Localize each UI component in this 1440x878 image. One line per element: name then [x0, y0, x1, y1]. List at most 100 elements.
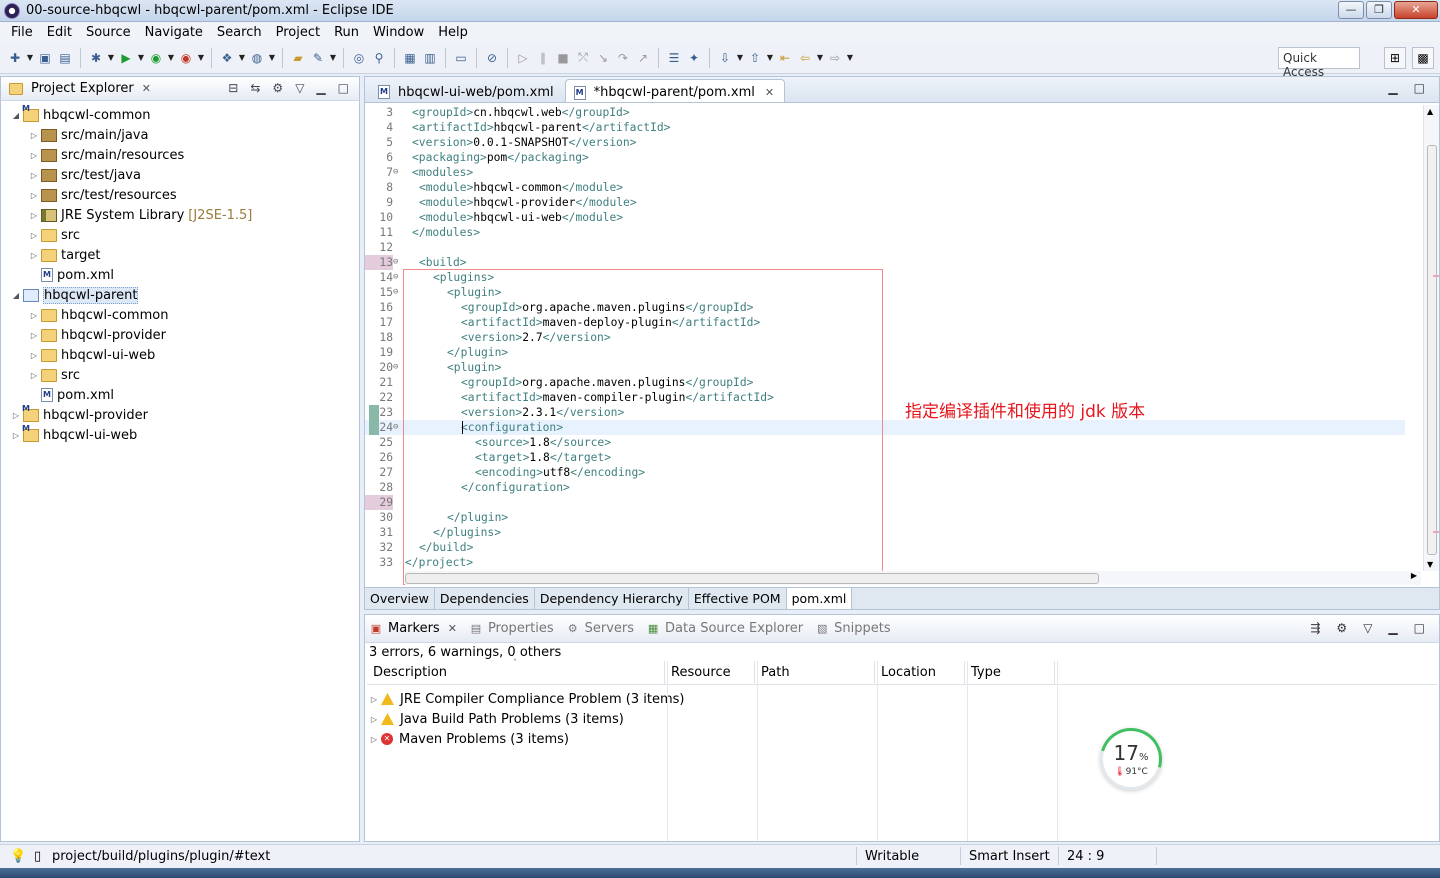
code-line[interactable]: 13 ⊖ <build>: [365, 255, 1405, 270]
cpu-gauge-widget[interactable]: 17% 🌡91°C: [1088, 716, 1174, 802]
new-java-project-dropdown-icon[interactable]: ▼: [238, 49, 246, 67]
view-menu-icon[interactable]: ▽: [1363, 621, 1372, 635]
filter-icon[interactable]: ⚙: [1336, 621, 1347, 635]
column-location[interactable]: Location: [875, 661, 965, 684]
tab-data-source-explorer[interactable]: ▦ Data Source Explorer: [646, 621, 803, 636]
open-type-icon[interactable]: ▰: [289, 49, 307, 67]
menu-source[interactable]: Source: [79, 25, 138, 40]
scroll-right-icon[interactable]: ▶: [1411, 571, 1417, 580]
tree-item[interactable]: ▷ hbqcwl-ui-web: [1, 424, 359, 445]
step-return-icon[interactable]: ↗: [634, 49, 652, 67]
console-icon[interactable]: ▭: [452, 49, 470, 67]
vertical-scroll-thumb[interactable]: [1427, 145, 1437, 555]
tab-markers[interactable]: ▣ Markers ✕: [369, 621, 457, 636]
scroll-up-icon[interactable]: ▲: [1427, 107, 1433, 116]
code-line[interactable]: 6 <packaging>pom</packaging>: [365, 150, 1405, 165]
coverage-icon[interactable]: ◉: [147, 49, 165, 67]
save-icon[interactable]: ▣: [36, 49, 54, 67]
save-all-icon[interactable]: ▤: [56, 49, 74, 67]
menu-project[interactable]: Project: [269, 25, 327, 40]
view-menu-icon[interactable]: ▽: [295, 81, 304, 95]
quick-access-input[interactable]: Quick Access: [1278, 47, 1360, 79]
forward-icon[interactable]: ⇨: [826, 49, 844, 67]
menu-help[interactable]: Help: [431, 25, 475, 40]
minimize-view-icon[interactable]: ▁: [1388, 621, 1397, 635]
step-over-icon[interactable]: ↷: [614, 49, 632, 67]
menu-run[interactable]: Run: [327, 25, 366, 40]
open-perspective-icon[interactable]: ⊞: [1384, 47, 1406, 69]
close-view-icon[interactable]: ✕: [142, 82, 151, 95]
tab-overview[interactable]: Overview: [365, 588, 435, 609]
code-area[interactable]: 3 <groupId>cn.hbqcwl.web</groupId> 4 <artif…: [365, 105, 1405, 585]
external-tools-dropdown-icon[interactable]: ▼: [197, 49, 205, 67]
fold-icon[interactable]: ⊖: [393, 270, 403, 285]
tree-item[interactable]: ▷ hbqcwl-provider: [1, 404, 359, 425]
tree-item[interactable]: ▷ src/main/java: [1, 125, 359, 145]
last-edit-icon[interactable]: ⇤: [776, 49, 794, 67]
expand-icon[interactable]: ▷: [29, 251, 39, 260]
expand-icon[interactable]: ▷: [29, 191, 39, 200]
tree-item[interactable]: ▷ hbqcwl-ui-web: [1, 345, 359, 365]
link-editor-icon[interactable]: ⇆: [250, 81, 260, 95]
overview-ruler-mark[interactable]: [1433, 531, 1439, 533]
marker-row-build-path[interactable]: ▷ Java Build Path Problems (3 items): [367, 709, 1437, 729]
expand-icon[interactable]: ▷: [29, 331, 39, 340]
maximize-view-icon[interactable]: □: [1414, 621, 1425, 635]
tree-item[interactable]: ▷ src/main/resources: [1, 145, 359, 165]
expand-icon[interactable]: ▷: [11, 411, 21, 420]
collapse-icon[interactable]: ◢: [11, 291, 21, 300]
tree-item[interactable]: ▷ target: [1, 245, 359, 265]
maximize-button[interactable]: ❐: [1366, 1, 1392, 19]
tree-item[interactable]: ▷ JRE System Library [J2SE-1.5]: [1, 205, 359, 225]
menu-edit[interactable]: Edit: [40, 25, 79, 40]
globe-icon[interactable]: ◎: [350, 49, 368, 67]
marker-row-jre-compiler[interactable]: ▷ JRE Compiler Compliance Problem (3 ite…: [367, 689, 1437, 709]
scroll-down-icon[interactable]: ▼: [1427, 560, 1433, 569]
minimize-button[interactable]: —: [1338, 1, 1364, 19]
next-annotation-icon[interactable]: ⇩: [716, 49, 734, 67]
new-icon[interactable]: ✚: [6, 49, 24, 67]
expand-icon[interactable]: ▷: [367, 715, 381, 724]
close-button[interactable]: ✕: [1394, 1, 1438, 19]
skip-breakpoints-icon[interactable]: ⊘: [483, 49, 501, 67]
annotation-icon[interactable]: ✦: [685, 49, 703, 67]
vertical-scrollbar[interactable]: ▲ ▼: [1423, 105, 1439, 571]
tree-item[interactable]: ▷ src: [1, 225, 359, 245]
column-description[interactable]: Description ˄: [367, 658, 665, 684]
expand-icon[interactable]: ▷: [29, 151, 39, 160]
prev-annotation-icon[interactable]: ⇧: [746, 49, 764, 67]
menu-window[interactable]: Window: [366, 25, 431, 40]
menu-navigate[interactable]: Navigate: [138, 25, 210, 40]
new-class-dropdown-icon[interactable]: ▼: [268, 49, 276, 67]
step-into-icon[interactable]: ↘: [594, 49, 612, 67]
disconnect-icon[interactable]: ⤱: [574, 49, 592, 67]
java-ee-perspective-icon[interactable]: ▩: [1412, 47, 1434, 69]
code-line[interactable]: 8 <module>hbqcwl-common</module>: [365, 180, 1405, 195]
tree-item[interactable]: ▷ src: [1, 365, 359, 385]
new-java-project-icon[interactable]: ❖: [218, 49, 236, 67]
tree-item[interactable]: ◢ hbqcwl-common: [1, 104, 359, 125]
toggle-block-icon[interactable]: ▥: [421, 49, 439, 67]
new-class-icon[interactable]: ◍: [248, 49, 266, 67]
tab-ui-web-pom[interactable]: M hbqcwl-ui-web/pom.xml: [369, 79, 565, 102]
horizontal-scrollbar[interactable]: ▶: [405, 571, 1421, 585]
close-view-icon[interactable]: ✕: [448, 622, 457, 635]
lightbulb-icon[interactable]: 💡: [10, 849, 26, 864]
tree-item[interactable]: ▷ src/test/java: [1, 165, 359, 185]
filter-icon[interactable]: ⚙: [272, 81, 283, 95]
marker-row-maven[interactable]: ▷ ✕ Maven Problems (3 items): [367, 729, 1437, 749]
expand-icon[interactable]: ▷: [29, 231, 39, 240]
next-annotation-dropdown-icon[interactable]: ▼: [736, 49, 744, 67]
tree-item[interactable]: Mpom.xml: [1, 385, 359, 405]
code-line[interactable]: 12: [365, 240, 1405, 255]
menu-search[interactable]: Search: [210, 25, 269, 40]
coverage-dropdown-icon[interactable]: ▼: [167, 49, 175, 67]
expand-icon[interactable]: ▷: [29, 351, 39, 360]
tree-item[interactable]: ◢ hbqcwl-parent: [1, 285, 359, 305]
expand-icon[interactable]: ▷: [367, 695, 381, 704]
minimize-editor-icon[interactable]: ▁: [1388, 81, 1397, 95]
expand-icon[interactable]: ▷: [29, 211, 39, 220]
prev-annotation-dropdown-icon[interactable]: ▼: [766, 49, 774, 67]
maximize-editor-icon[interactable]: □: [1414, 81, 1425, 95]
suspend-icon[interactable]: ∥: [534, 49, 552, 67]
